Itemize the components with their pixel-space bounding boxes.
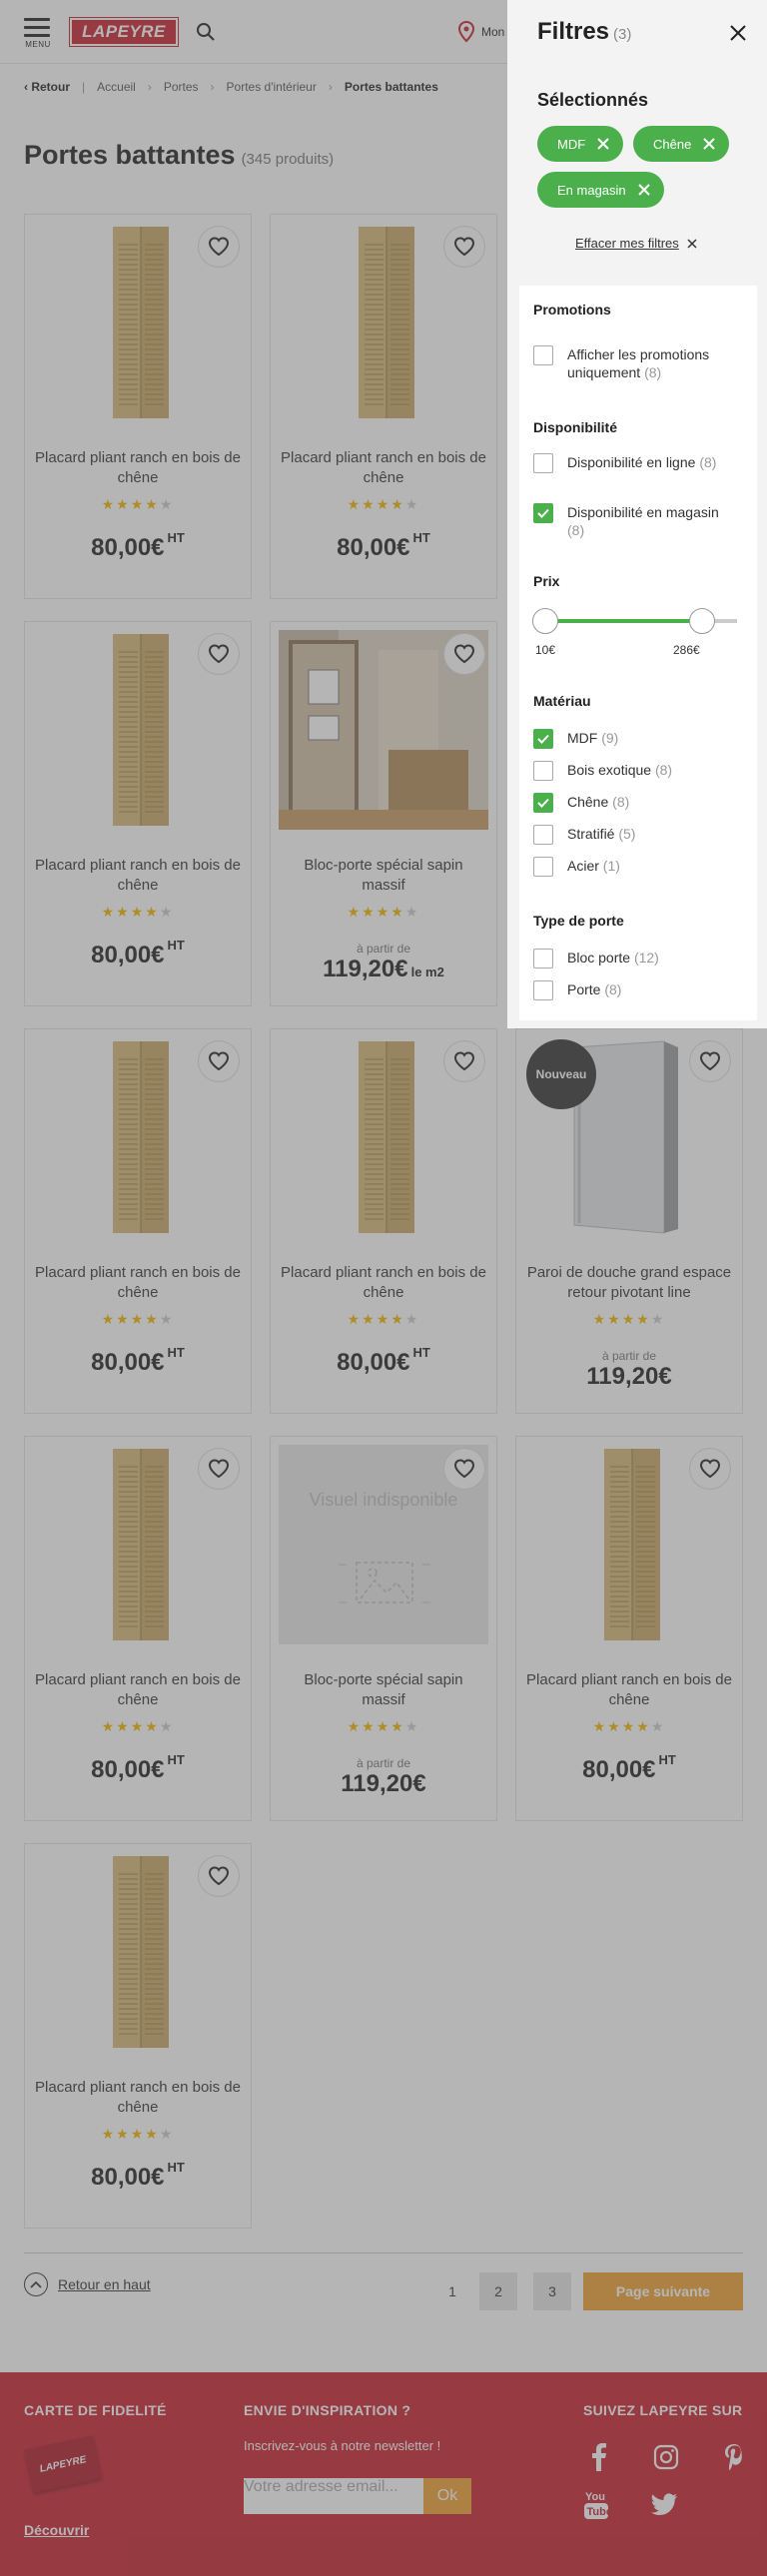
price-min-label: 10€ xyxy=(535,643,556,657)
filter-option[interactable]: Porte (8) xyxy=(533,980,733,1000)
filter-option-count: (8) xyxy=(604,981,622,997)
chip-remove-icon[interactable] xyxy=(597,138,609,150)
chip-en-magasin[interactable]: En magasin xyxy=(537,172,664,208)
filter-option-count: (8) xyxy=(699,454,717,470)
selected-filters-title: Sélectionnés xyxy=(537,90,649,110)
filter-option-text: Porte (8) xyxy=(567,980,621,998)
filter-option-label: Bois exotique xyxy=(567,762,652,778)
checkbox[interactable] xyxy=(533,793,553,813)
filter-option-text: Afficher les promotions uniquement (8) xyxy=(567,345,733,381)
filter-option[interactable]: Afficher les promotions uniquement (8) xyxy=(533,345,733,381)
filter-section-title: Prix xyxy=(533,573,560,589)
filter-option-label: Bloc porte xyxy=(567,950,631,966)
filter-option-text: Stratifié (5) xyxy=(567,825,635,843)
price-max-label: 286€ xyxy=(673,643,700,657)
price-slider[interactable] xyxy=(532,608,737,634)
filter-option-text: Acier (1) xyxy=(567,857,620,875)
chip-chene[interactable]: Chêne xyxy=(633,126,730,162)
filter-option-count: (1) xyxy=(602,858,620,874)
chip-remove-icon[interactable] xyxy=(703,138,716,150)
chip-remove-icon[interactable] xyxy=(637,184,650,196)
checkbox[interactable] xyxy=(533,949,553,968)
filter-section-title: Matériau xyxy=(533,693,591,709)
filter-title: Filtres (3) xyxy=(537,18,632,45)
filter-section-title: Type de porte xyxy=(533,913,624,929)
close-icon[interactable] xyxy=(727,22,749,44)
page: MENU LAPEYRE Mon ‹ Retour | Accueil › Po… xyxy=(0,0,767,2576)
filter-option-text: Bloc porte (12) xyxy=(567,949,659,966)
checkbox[interactable] xyxy=(533,825,553,845)
filter-option-count: (8) xyxy=(567,522,585,538)
chip-mdf[interactable]: MDF xyxy=(537,126,624,162)
filter-option[interactable]: Acier (1) xyxy=(533,857,733,877)
filter-option-text: Bois exotique (8) xyxy=(567,761,672,779)
checkbox[interactable] xyxy=(533,761,553,781)
filter-option-label: Chêne xyxy=(567,794,609,810)
filter-option[interactable]: Stratifié (5) xyxy=(533,825,733,845)
filter-option-label: Afficher les promotions uniquement xyxy=(567,346,710,380)
filter-option-text: Chêne (8) xyxy=(567,793,629,811)
filter-option-count: (12) xyxy=(633,950,659,966)
checkbox[interactable] xyxy=(533,453,553,473)
filter-option[interactable]: Bois exotique (8) xyxy=(533,761,733,781)
filter-option-label: MDF xyxy=(567,730,598,746)
filter-option-label: Stratifié xyxy=(567,826,615,842)
filter-option-label: Acier xyxy=(567,858,599,874)
filter-option-label: Disponibilité en magasin xyxy=(567,504,719,520)
filter-option[interactable]: Disponibilité en magasin (8) xyxy=(533,503,733,539)
filter-option[interactable]: Disponibilité en ligne (8) xyxy=(533,453,733,473)
price-slider-min-handle[interactable] xyxy=(532,608,558,634)
filter-section-title: Promotions xyxy=(533,302,611,318)
price-slider-fill xyxy=(545,619,703,623)
filter-option-label: Disponibilité en ligne xyxy=(567,454,696,470)
filter-option-count: (8) xyxy=(612,794,630,810)
filter-option-label: Porte xyxy=(567,981,601,997)
filter-option[interactable]: Bloc porte (12) xyxy=(533,949,733,968)
clear-filters-link[interactable]: Effacer mes filtres xyxy=(575,236,697,251)
checkbox[interactable] xyxy=(533,729,553,749)
checkbox[interactable] xyxy=(533,503,553,523)
filter-option-text: MDF (9) xyxy=(567,729,618,747)
filter-option[interactable]: MDF (9) xyxy=(533,729,733,749)
filter-option-text: Disponibilité en ligne (8) xyxy=(567,453,716,471)
checkbox[interactable] xyxy=(533,345,553,365)
filter-option-count: (8) xyxy=(654,762,673,778)
checkbox[interactable] xyxy=(533,857,553,877)
filter-option[interactable]: Chêne (8) xyxy=(533,793,733,813)
filter-option-text: Disponibilité en magasin (8) xyxy=(567,503,733,539)
filter-option-count: (8) xyxy=(644,364,662,380)
close-icon xyxy=(687,238,697,249)
filter-option-count: (5) xyxy=(618,826,636,842)
filter-section-title: Disponibilité xyxy=(533,419,617,435)
checkbox[interactable] xyxy=(533,980,553,1000)
filter-option-count: (9) xyxy=(601,730,619,746)
